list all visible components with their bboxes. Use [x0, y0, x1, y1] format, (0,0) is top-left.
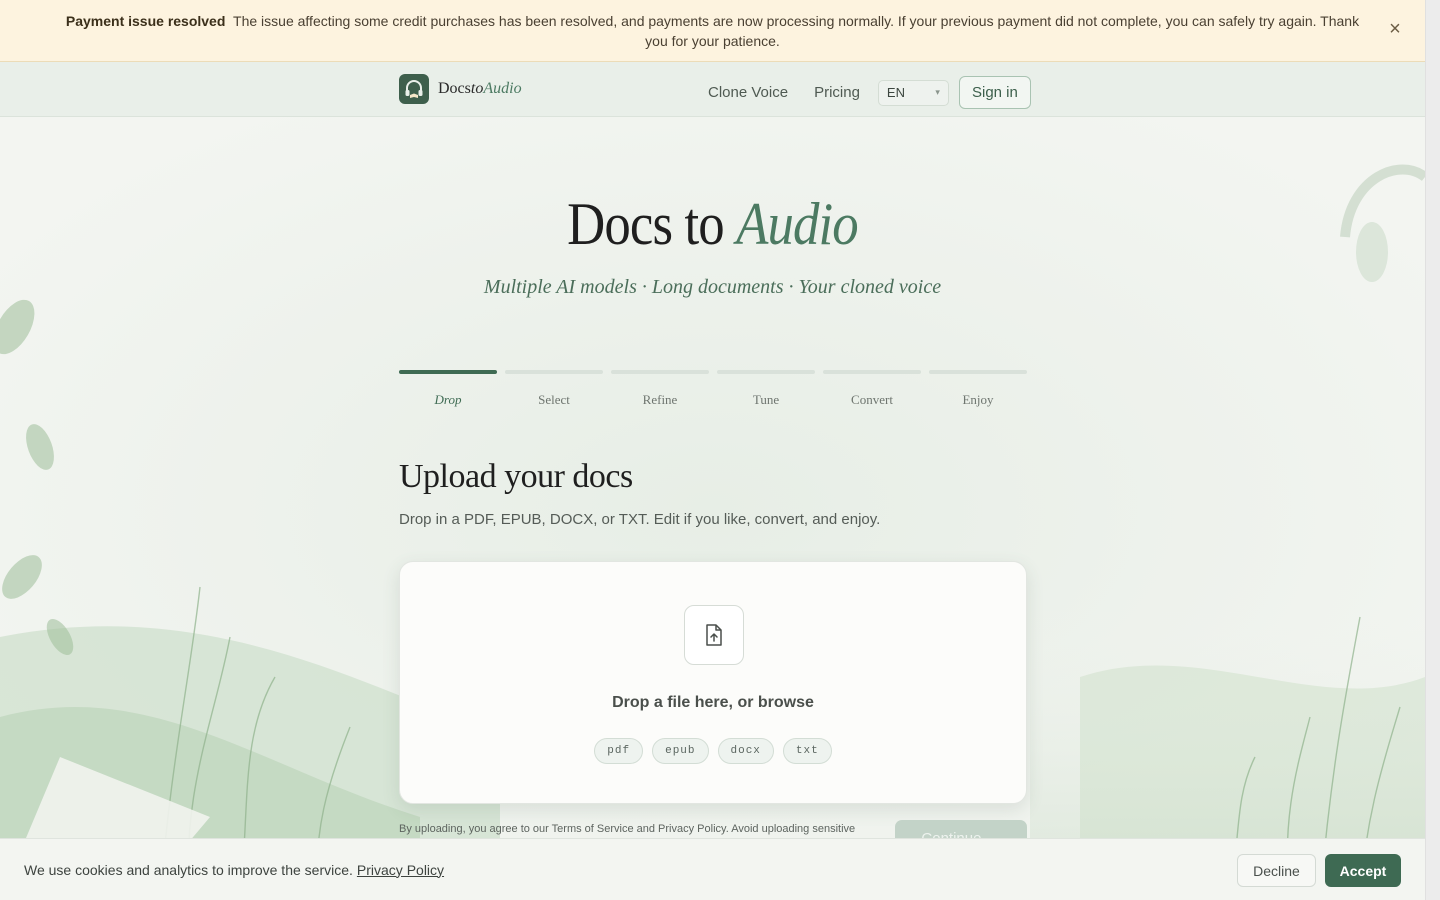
close-icon[interactable]: ×	[1385, 19, 1405, 39]
step-label: Drop	[434, 392, 462, 407]
scrollbar[interactable]	[1425, 0, 1440, 900]
logo-wordmark: DocstoAudio	[438, 80, 522, 98]
step-refine: Refine	[611, 370, 709, 408]
sign-in-button[interactable]: Sign in	[958, 76, 1031, 109]
step-enjoy: Enjoy	[929, 370, 1027, 408]
format-chip-docx: docx	[717, 738, 774, 764]
step-bar	[823, 370, 921, 374]
logo-audio: Audio	[483, 80, 522, 97]
section-title: Upload your docs	[399, 458, 633, 495]
accept-button[interactable]: Accept	[1325, 854, 1401, 887]
language-select[interactable]: EN ▾	[877, 79, 949, 106]
title-accent: Audio	[736, 191, 859, 257]
file-upload-icon[interactable]	[684, 605, 744, 665]
banner-title: Payment issue resolved	[65, 12, 226, 29]
cookie-text: We use cookies and analytics to improve …	[24, 861, 353, 878]
nav-menu: Clone Voice Pricing EN ▾ Sign in	[708, 76, 1031, 109]
language-value: EN	[886, 85, 905, 100]
step-label: Enjoy	[962, 392, 994, 407]
step-bar	[611, 370, 709, 374]
title-main: Docs to	[567, 191, 725, 257]
tagline: Multiple AI models · Long documents · Yo…	[483, 276, 942, 298]
step-label: Tune	[752, 392, 780, 407]
cookie-banner: We use cookies and analytics to improve …	[0, 838, 1425, 900]
step-bar	[717, 370, 815, 374]
section-description: Drop in a PDF, EPUB, DOCX, or TXT. Edit …	[399, 511, 881, 528]
format-chip-epub: epub	[652, 738, 709, 764]
privacy-policy-link[interactable]: Privacy Policy	[357, 862, 444, 878]
step-select: Select	[505, 370, 603, 408]
announcement-banner: Payment issue resolved The issue affecti…	[0, 0, 1425, 62]
nav-clone-voice[interactable]: Clone Voice	[708, 80, 788, 106]
progress-steps: Drop Select Refine Tune Convert Enjoy	[399, 370, 1027, 408]
step-label: Refine	[642, 392, 678, 407]
step-convert: Convert	[823, 370, 921, 408]
step-bar	[399, 370, 497, 374]
format-chip-pdf: pdf	[594, 738, 644, 764]
format-chip-txt: txt	[782, 738, 832, 764]
step-label: Select	[538, 392, 570, 407]
step-label: Convert	[851, 392, 893, 407]
format-chips: pdf epub docx txt	[400, 738, 1026, 764]
step-bar	[505, 370, 603, 374]
step-drop: Drop	[399, 370, 497, 408]
top-navigation: DocstoAudio Clone Voice Pricing EN ▾ Sig…	[0, 62, 1425, 117]
banner-message: The issue affecting some credit purchase…	[233, 12, 1360, 49]
nav-pricing[interactable]: Pricing	[814, 80, 860, 106]
chevron-down-icon: ▾	[935, 87, 940, 97]
drop-instructions[interactable]: Drop a file here, or browse	[400, 694, 1026, 712]
page-title: Docs to Audio	[86, 190, 1340, 259]
cookie-actions: Decline Accept	[1237, 854, 1401, 887]
logo-link[interactable]: DocstoAudio	[399, 74, 522, 104]
upload-dropzone[interactable]: Drop a file here, or browse pdf epub doc…	[399, 561, 1027, 804]
step-bar	[929, 370, 1027, 374]
decline-button[interactable]: Decline	[1237, 854, 1316, 887]
logo-to: to	[470, 80, 484, 97]
logo-docs: Docs	[438, 80, 471, 97]
headphones-book-icon	[399, 74, 429, 104]
step-tune: Tune	[717, 370, 815, 408]
banner-text: Payment issue resolved The issue affecti…	[60, 11, 1365, 51]
legal-notice: By uploading, you agree to our Terms of …	[399, 823, 856, 835]
